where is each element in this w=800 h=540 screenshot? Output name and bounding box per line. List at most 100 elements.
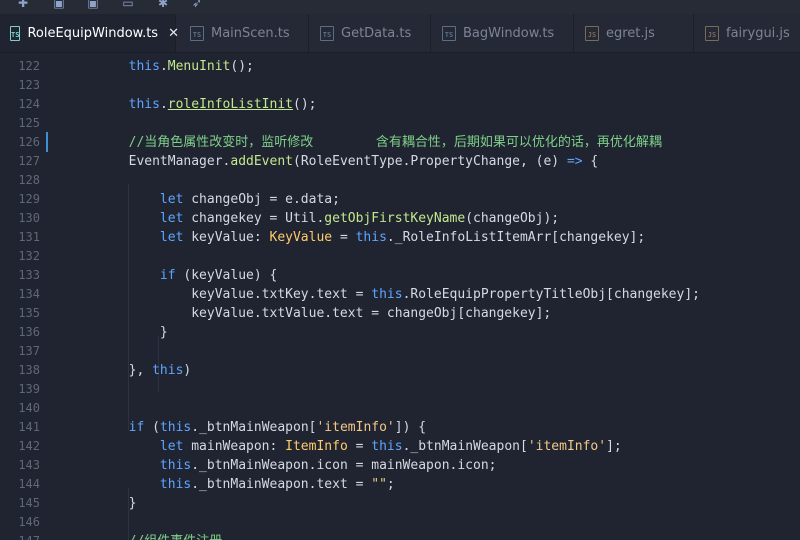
code-line[interactable]: 138 }, this) [0,361,800,380]
code-token: this [371,287,403,302]
terminal-icon[interactable]: ▭ [121,0,135,9]
javascript-file-icon: JS [585,25,599,41]
code-line[interactable]: 131 let keyValue: KeyValue = this._RoleI… [0,228,800,247]
code-token: .RoleEquipPropertyTitleObj[changekey]; [402,287,700,302]
code-token: (keyValue) { [175,268,278,283]
tab-getdata[interactable]: TS GetData.ts [309,14,431,52]
tab-roleequipwindow[interactable]: TS RoleEquipWindow.ts ✕ [0,14,179,52]
code-text: } [66,323,168,342]
code-line[interactable]: 133 if (keyValue) { [0,266,800,285]
line-number: 133 [18,268,40,282]
code-line[interactable]: 137 [0,342,800,361]
code-line[interactable]: 136 } [0,323,800,342]
code-line[interactable]: 135 keyValue.txtValue.text = changeObj[c… [0,304,800,323]
tab-fairygui[interactable]: JS fairygui.js [694,14,800,52]
code-line[interactable]: 140 [0,399,800,418]
tab-egret[interactable]: JS egret.js [574,14,694,52]
code-token: let [159,439,184,454]
line-number: 123 [18,78,40,92]
line-number: 132 [18,249,40,263]
code-line[interactable]: 130 let changekey = Util.getObjFirstKeyN… [0,209,800,228]
tab-label: egret.js [606,25,655,41]
code-token: changekey = Util. [183,211,325,226]
code-text: if (this._btnMainWeapon['itemInfo']) { [66,418,426,437]
code-text: this._btnMainWeapon.icon = mainWeapon.ic… [66,456,497,475]
code-token: if [159,268,176,283]
code-line[interactable]: 129 let changeObj = e.data; [0,190,800,209]
code-token: ._btnMainWeapon.text = [191,477,372,492]
typescript-file-icon: TS [320,25,334,41]
new-file-icon[interactable]: ✚ [16,0,30,9]
code-line[interactable]: 139 [0,380,800,399]
code-text: this.roleInfoListInit(); [66,95,317,114]
save-icon[interactable]: ▣ [52,0,66,9]
line-number: 146 [18,515,40,529]
code-token: keyValue.txtValue.text = changeObj[chang… [66,306,552,321]
run-icon[interactable]: ➶ [190,0,204,9]
code-line[interactable]: 144 this._btnMainWeapon.text = ""; [0,475,800,494]
code-token: } [66,325,168,340]
code-token: keyValue: [183,230,270,245]
code-token: this [128,59,160,74]
debug-icon[interactable]: ✱ [156,0,170,9]
tab-label: GetData.ts [341,25,412,41]
code-token: "" [371,477,387,492]
line-number: 124 [18,97,40,111]
code-token: getObjFirstKeyName [324,211,466,226]
tab-bar: TS RoleEquipWindow.ts ✕ TS MainScen.ts T… [0,14,800,53]
code-line[interactable]: 125 [0,114,800,133]
tab-label: fairygui.js [726,25,790,41]
code-token: }, [66,363,153,378]
line-number: 130 [18,211,40,225]
code-line[interactable]: 128 [0,171,800,190]
code-token: } [66,496,137,511]
code-token: . [159,97,168,112]
tab-label: MainScen.ts [211,25,290,41]
code-line[interactable]: 123 [0,76,800,95]
code-token: keyValue.txtKey.text = [66,287,372,302]
code-line[interactable]: 143 this._btnMainWeapon.icon = mainWeapo… [0,456,800,475]
code-line[interactable]: 124 this.roleInfoListInit(); [0,95,800,114]
typescript-file-icon: TS [10,25,21,41]
code-text: EventManager.addEvent(RoleEventType.Prop… [66,152,599,171]
tab-bagwindow[interactable]: TS BagWindow.ts [431,14,574,52]
code-token: this [159,477,192,492]
code-line[interactable]: 147 //组件事件注册 [0,532,800,540]
code-token: . [159,59,168,74]
code-line[interactable]: 142 let mainWeapon: ItemInfo = this._btn… [0,437,800,456]
code-token: (); [293,97,317,112]
code-text: } [66,494,137,513]
line-number: 136 [18,325,40,339]
save-all-icon[interactable]: ▣ [86,0,100,9]
code-line[interactable]: 145 } [0,494,800,513]
code-token: this [159,420,192,435]
line-number: 144 [18,477,40,491]
code-line[interactable]: 126 //当角色属性改变时，监听修改 含有耦合性，后期如果可以优化的话，再优化… [0,133,800,152]
tab-mainscen[interactable]: TS MainScen.ts [176,14,309,52]
code-token: ]) { [394,420,427,435]
code-token: let [159,211,184,226]
code-line[interactable]: 146 [0,513,800,532]
code-line[interactable]: 127 EventManager.addEvent(RoleEventType.… [0,152,800,171]
code-line[interactable]: 141 if (this._btnMainWeapon['itemInfo'])… [0,418,800,437]
code-line[interactable]: 132 [0,247,800,266]
code-line[interactable]: 134 keyValue.txtKey.text = this.RoleEqui… [0,285,800,304]
line-number: 131 [18,230,40,244]
code-text: this.MenuInit(); [66,57,254,76]
code-editor[interactable]: 121122 this.MenuInit();123124 this.roleI… [0,52,800,540]
line-number: 129 [18,192,40,206]
line-number: 135 [18,306,40,320]
code-line[interactable]: 122 this.MenuInit(); [0,57,800,76]
line-number: 134 [18,287,40,301]
code-text: let changekey = Util.getObjFirstKeyName(… [66,209,559,228]
code-token: ( [144,420,160,435]
